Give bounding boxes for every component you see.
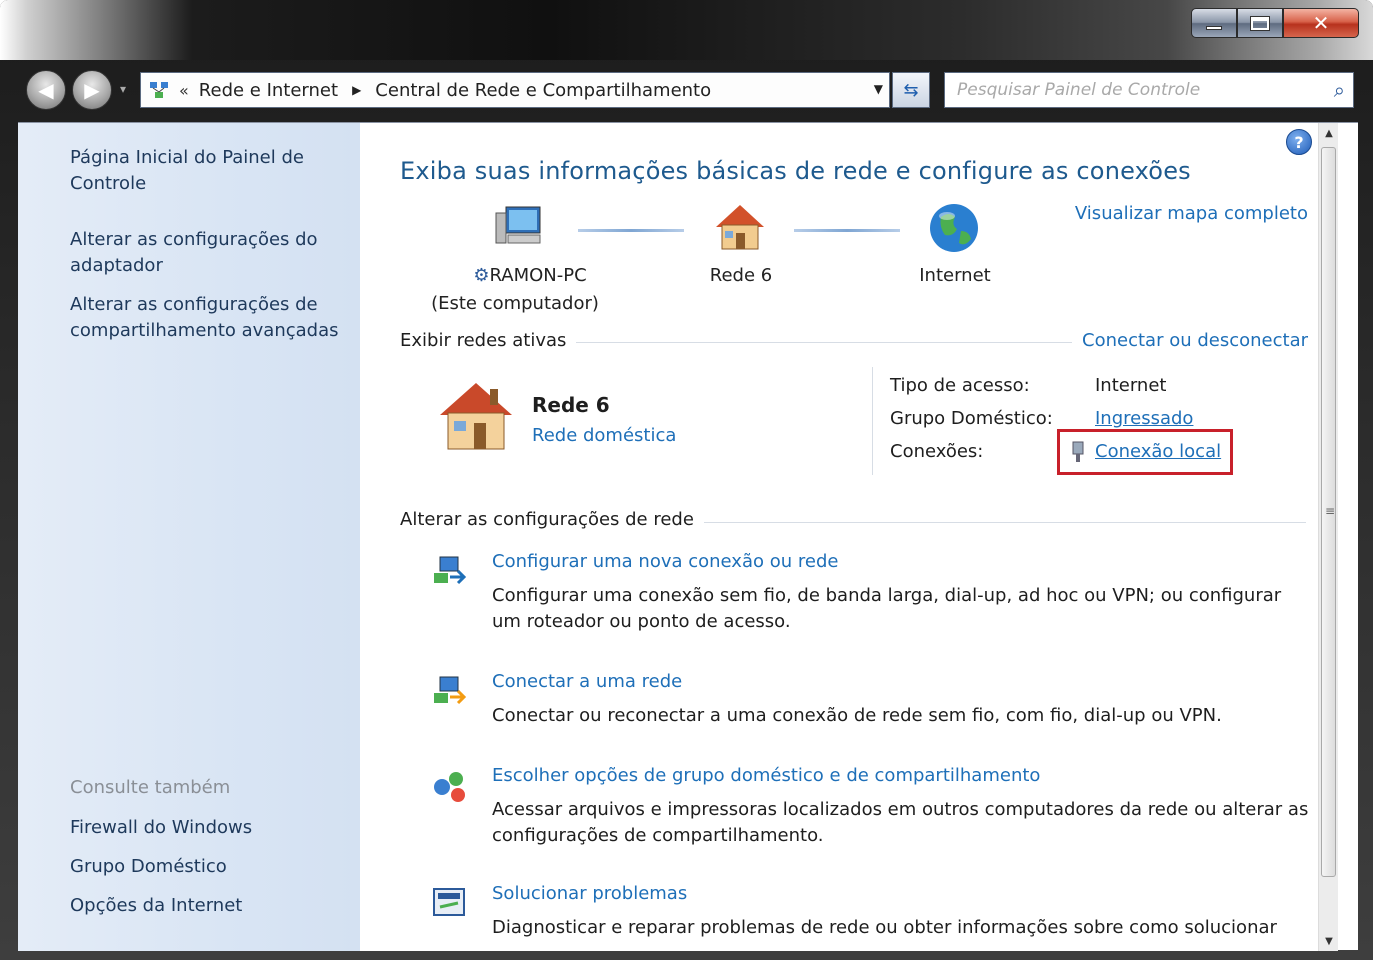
map-connector-2: [794, 229, 900, 232]
network-center-icon: [147, 78, 171, 102]
network-type-link[interactable]: Rede doméstica: [532, 425, 676, 446]
back-arrow-icon: ◀: [38, 78, 54, 102]
search-icon[interactable]: ⌕: [1334, 78, 1345, 102]
access-type-value: Internet: [1095, 375, 1167, 396]
sidebar: Página Inicial do Painel de Controle Alt…: [18, 123, 360, 951]
forward-button[interactable]: ▶: [72, 70, 112, 110]
window-controls: ✕: [1191, 8, 1359, 38]
maximize-icon: [1250, 15, 1270, 31]
close-icon: ✕: [1312, 11, 1330, 35]
sidebar-link-advanced-sharing[interactable]: Alterar as configurações de compartilham…: [70, 292, 350, 344]
house-icon: [710, 201, 770, 255]
window: ✕ ◀ ▶ ▾ « Rede e Internet ▶ Central de R…: [0, 0, 1373, 960]
scroll-down-icon[interactable]: ▼: [1319, 931, 1339, 951]
address-overflow-chevron[interactable]: «: [179, 81, 189, 100]
scroll-grip-icon: ≡: [1325, 504, 1336, 518]
internet-node-label: Internet: [919, 265, 991, 286]
task-connect-network: Conectar a uma rede Conectar ou reconect…: [430, 671, 1310, 741]
homegroup-label: Grupo Doméstico:: [890, 408, 1053, 429]
content-area: Página Inicial do Painel de Controle Alt…: [18, 122, 1358, 951]
view-full-map-link[interactable]: Visualizar mapa completo: [1075, 203, 1308, 224]
troubleshoot-link[interactable]: Solucionar problemas: [492, 883, 687, 904]
task-homegroup-sharing: Escolher opções de grupo doméstico e de …: [430, 765, 1310, 855]
connect-network-icon: [430, 671, 470, 711]
task-new-connection: Configurar uma nova conexão ou rede Conf…: [430, 551, 1310, 641]
troubleshoot-icon: [430, 883, 470, 923]
homegroup-sharing-link[interactable]: Escolher opções de grupo doméstico e de …: [492, 765, 1040, 786]
highlight-box: [1057, 429, 1233, 475]
help-icon: ?: [1294, 132, 1304, 152]
computer-name: RAMON-PC: [489, 265, 587, 286]
scroll-up-icon[interactable]: ▲: [1319, 123, 1339, 143]
title-bar: ✕: [0, 0, 1373, 60]
network-house-icon: [432, 379, 516, 459]
access-type-label: Tipo de acesso:: [890, 375, 1030, 396]
close-button[interactable]: ✕: [1283, 8, 1359, 38]
change-settings-title: Alterar as configurações de rede: [400, 509, 704, 530]
homegroup-sharing-desc: Acessar arquivos e impressoras localizad…: [492, 799, 1309, 846]
connect-network-link[interactable]: Conectar a uma rede: [492, 671, 682, 692]
address-dropdown-icon[interactable]: ▼: [874, 82, 883, 96]
computer-icon: [490, 203, 550, 253]
map-connector-1: [578, 229, 684, 232]
navigation-bar: ◀ ▶ ▾ « Rede e Internet ▶ Central de Red…: [0, 60, 1373, 120]
sidebar-link-internet-options[interactable]: Opções da Internet: [70, 893, 340, 919]
network-divider: [872, 367, 873, 475]
network-name: Rede 6: [532, 393, 610, 417]
connect-network-desc: Conectar ou reconectar a uma conexão de …: [492, 705, 1222, 726]
computer-subtitle: (Este computador): [431, 293, 599, 314]
page-title: Exiba suas informações básicas de rede e…: [400, 157, 1191, 185]
new-connection-link[interactable]: Configurar uma nova conexão ou rede: [492, 551, 838, 572]
maximize-button[interactable]: [1237, 8, 1283, 38]
connections-label: Conexões:: [890, 441, 984, 462]
sidebar-link-homegroup[interactable]: Grupo Doméstico: [70, 854, 340, 880]
new-connection-icon: [430, 551, 470, 591]
help-button[interactable]: ?: [1286, 129, 1312, 155]
see-also-title: Consulte também: [70, 777, 231, 798]
minimize-button[interactable]: [1191, 8, 1237, 38]
active-networks-title: Exibir redes ativas: [400, 330, 577, 351]
homegroup-icon: [430, 765, 470, 805]
main-panel: ? Exiba suas informações básicas de rede…: [360, 123, 1338, 951]
sidebar-link-control-panel-home[interactable]: Página Inicial do Painel de Controle: [70, 145, 350, 197]
network-node-label: Rede 6: [709, 265, 773, 286]
computer-node-label[interactable]: ⚙RAMON-PC: [440, 265, 620, 286]
forward-arrow-icon: ▶: [84, 78, 100, 102]
new-connection-desc: Configurar uma conexão sem fio, de banda…: [492, 585, 1282, 632]
search-box[interactable]: Pesquisar Painel de Controle ⌕: [944, 72, 1354, 108]
sidebar-link-firewall[interactable]: Firewall do Windows: [70, 815, 340, 841]
homegroup-value-link[interactable]: Ingressado: [1095, 408, 1193, 429]
breadcrumb-rede-e-internet[interactable]: Rede e Internet: [199, 80, 338, 101]
search-input[interactable]: Pesquisar Painel de Controle: [957, 80, 1200, 100]
refresh-button[interactable]: ⇆: [892, 72, 930, 108]
back-button[interactable]: ◀: [26, 70, 66, 110]
task-troubleshoot: Solucionar problemas Diagnosticar e repa…: [430, 883, 1310, 951]
recent-pages-dropdown[interactable]: ▾: [120, 82, 134, 96]
address-bar[interactable]: « Rede e Internet ▶ Central de Rede e Co…: [140, 72, 890, 108]
refresh-icon: ⇆: [903, 79, 919, 101]
connect-disconnect-link[interactable]: Conectar ou desconectar: [1072, 330, 1308, 351]
breadcrumb-central-de-rede[interactable]: Central de Rede e Compartilhamento: [375, 80, 711, 101]
troubleshoot-desc: Diagnosticar e reparar problemas de rede…: [492, 917, 1277, 938]
vertical-scrollbar[interactable]: ▲ ≡ ▼: [1318, 123, 1338, 951]
minimize-icon: [1206, 26, 1222, 30]
scroll-thumb[interactable]: ≡: [1321, 147, 1336, 877]
globe-icon: [926, 201, 982, 257]
sidebar-link-adapter-settings[interactable]: Alterar as configurações do adaptador: [70, 227, 350, 279]
homegroup-small-icon: ⚙: [473, 265, 490, 286]
breadcrumb-separator-icon[interactable]: ▶: [352, 83, 361, 97]
